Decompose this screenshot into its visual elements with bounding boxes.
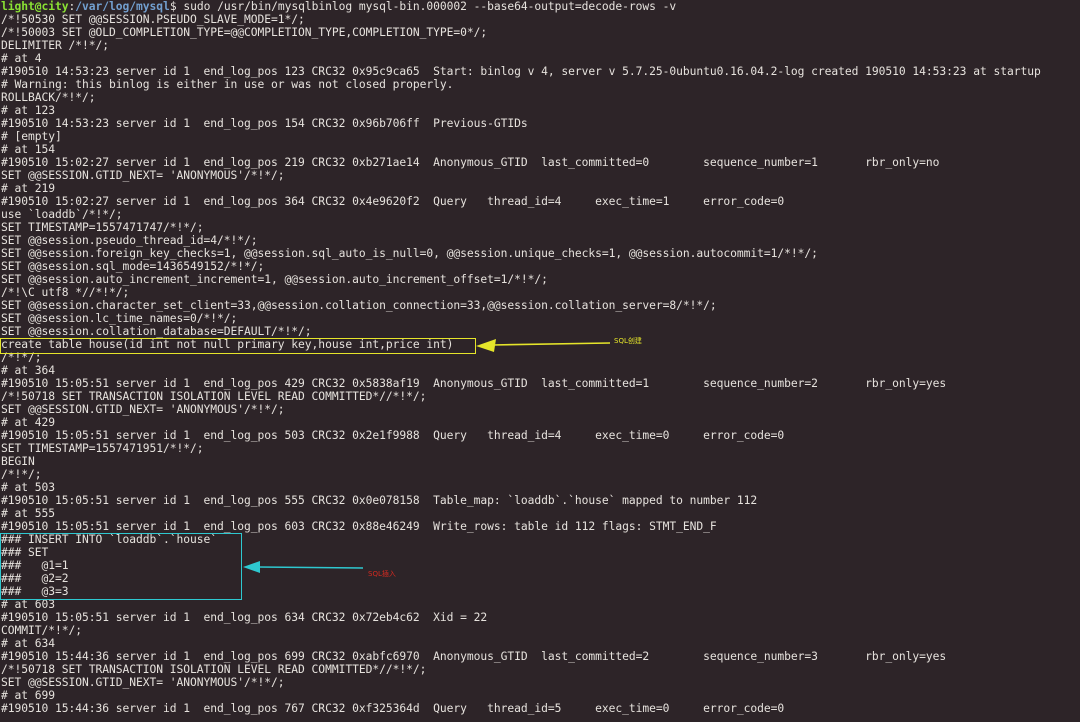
terminal-output-line: SET @@session.foreign_key_checks=1, @@se… — [1, 247, 818, 260]
terminal-output-line: # at 429 — [1, 416, 56, 429]
insert-arrow-icon — [243, 561, 364, 573]
terminal-output-line: # [empty] — [1, 130, 62, 143]
terminal-output-line: /*!50003 SET @OLD_COMPLETION_TYPE=@@COMP… — [1, 26, 488, 39]
terminal-output-line: DELIMITER /*!*/; — [1, 39, 110, 52]
terminal-output-line: #190510 14:53:23 server id 1 end_log_pos… — [1, 117, 528, 130]
terminal-output-line: # at 364 — [1, 364, 56, 377]
terminal-output-line: # at 219 — [1, 182, 56, 195]
create-arrow-icon — [476, 339, 611, 352]
terminal-output-line: SET @@SESSION.GTID_NEXT= 'ANONYMOUS'/*!*… — [1, 169, 285, 182]
create-statement-highlight — [0, 338, 476, 354]
terminal-output-line: #190510 15:05:51 server id 1 end_log_pos… — [1, 377, 947, 390]
prompt-user-host: light@city — [1, 0, 69, 13]
terminal-output-line: ROLLBACK/*!*/; — [1, 91, 96, 104]
terminal-output-line: # at 4 — [1, 52, 42, 65]
terminal-window[interactable]: light@city:/var/log/mysql$ sudo /usr/bin… — [0, 0, 1080, 722]
terminal-output-line: #190510 15:02:27 server id 1 end_log_pos… — [1, 156, 940, 169]
terminal-output-line: # at 154 — [1, 143, 56, 156]
prompt-line: light@city:/var/log/mysql$ sudo /usr/bin… — [1, 0, 676, 13]
terminal-output-line: SET TIMESTAMP=1557471951/*!*/; — [1, 442, 204, 455]
prompt-symbol: $ — [169, 0, 177, 13]
terminal-output-line: #190510 14:53:23 server id 1 end_log_pos… — [1, 65, 1041, 78]
insert-annotation-label: SQL插入 — [368, 570, 396, 578]
terminal-output-line: #190510 15:05:51 server id 1 end_log_pos… — [1, 611, 488, 624]
terminal-output-line: /*!50718 SET TRANSACTION ISOLATION LEVEL… — [1, 663, 427, 676]
terminal-output-line: SET @@session.lc_time_names=0/*!*/; — [1, 312, 238, 325]
terminal-output-line: SET @@SESSION.GTID_NEXT= 'ANONYMOUS'/*!*… — [1, 676, 285, 689]
terminal-output-line: SET @@SESSION.GTID_NEXT= 'ANONYMOUS'/*!*… — [1, 403, 285, 416]
terminal-output-line: COMMIT/*!*/; — [1, 624, 83, 637]
terminal-output-line: /*!*/; — [1, 468, 42, 481]
terminal-output-line: #190510 15:02:27 server id 1 end_log_pos… — [1, 195, 785, 208]
terminal-output-line: SET @@session.sql_mode=1436549152/*!*/; — [1, 260, 265, 273]
terminal-output-line: SET @@session.collation_database=DEFAULT… — [1, 325, 312, 338]
terminal-output-line: /*!50718 SET TRANSACTION ISOLATION LEVEL… — [1, 390, 427, 403]
terminal-output-line: SET TIMESTAMP=1557471747/*!*/; — [1, 221, 204, 234]
terminal-output-line: BEGIN — [1, 455, 35, 468]
terminal-output-line: # Warning: this binlog is either in use … — [1, 78, 454, 91]
command-text: sudo /usr/bin/mysqlbinlog mysql-bin.0000… — [176, 0, 677, 13]
prompt-path: /var/log/mysql — [75, 0, 170, 13]
terminal-output-line: /*!\C utf8 *//*!*/; — [1, 286, 130, 299]
terminal-output-line: # at 123 — [1, 104, 56, 117]
terminal-output-line: #190510 15:44:36 server id 1 end_log_pos… — [1, 650, 947, 663]
terminal-output-line: # at 503 — [1, 481, 56, 494]
terminal-output-line: /*!50530 SET @@SESSION.PSEUDO_SLAVE_MODE… — [1, 13, 305, 26]
terminal-output-line: # at 634 — [1, 637, 56, 650]
insert-rows-highlight — [0, 533, 242, 600]
terminal-output-line: #190510 15:44:36 server id 1 end_log_pos… — [1, 702, 785, 715]
terminal-output-line: SET @@session.character_set_client=33,@@… — [1, 299, 717, 312]
create-annotation-label: SQL创建 — [614, 337, 642, 345]
terminal-output-line: #190510 15:05:51 server id 1 end_log_pos… — [1, 429, 785, 442]
terminal-output-line: SET @@session.pseudo_thread_id=4/*!*/; — [1, 234, 258, 247]
terminal-output-line: #190510 15:05:51 server id 1 end_log_pos… — [1, 520, 717, 533]
terminal-output-line: #190510 15:05:51 server id 1 end_log_pos… — [1, 494, 758, 507]
terminal-output-line: SET @@session.auto_increment_increment=1… — [1, 273, 548, 286]
terminal-output-line: use `loaddb`/*!*/; — [1, 208, 123, 221]
terminal-output-line: # at 555 — [1, 507, 56, 520]
terminal-output-line: # at 699 — [1, 689, 56, 702]
